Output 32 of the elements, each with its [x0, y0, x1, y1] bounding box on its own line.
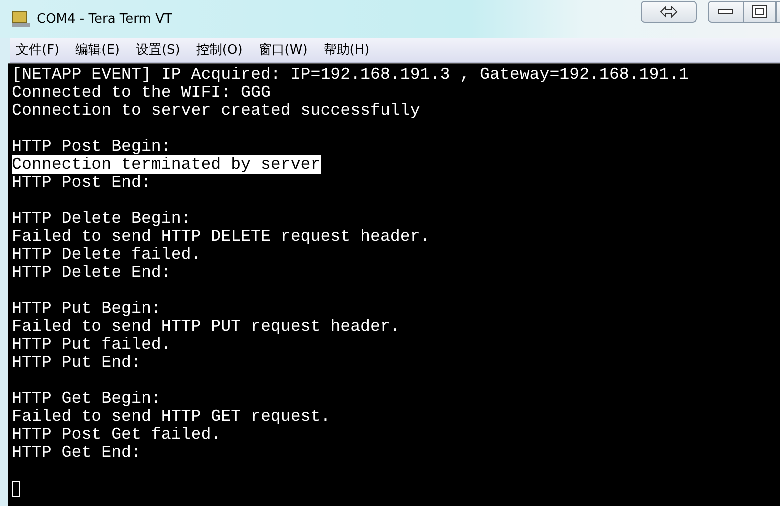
output-line: HTTP Put End: — [12, 353, 142, 372]
output-line: [NETAPP EVENT] IP Acquired: IP=192.168.191.3 , Gateway=192.168.191.1 — [12, 65, 690, 84]
output-line: Failed to send HTTP GET request. — [12, 407, 331, 426]
double-arrow-icon — [660, 6, 678, 18]
menu-item[interactable]: 帮助(H) — [318, 41, 380, 59]
window-title: COM4 - Tera Term VT — [37, 12, 172, 26]
text-cursor — [12, 481, 20, 497]
minimize-button[interactable] — [708, 1, 744, 23]
menu-item[interactable]: 编辑(E) — [70, 41, 130, 59]
menu-item[interactable]: 控制(O) — [190, 41, 253, 59]
output-line: HTTP Delete failed. — [12, 245, 202, 264]
output-line: HTTP Put failed. — [12, 335, 172, 354]
minimize-icon — [718, 9, 734, 15]
maximize-button[interactable] — [744, 1, 776, 23]
menu-item[interactable]: 设置(S) — [130, 41, 190, 59]
output-line: HTTP Post Begin: — [12, 137, 172, 156]
output-line: HTTP Delete End: — [12, 263, 172, 282]
maximize-icon — [752, 5, 768, 19]
menu-item[interactable]: 文件(F) — [10, 41, 70, 59]
output-line: Connected to the WIFI: GGG — [12, 83, 271, 102]
output-line: HTTP Delete Begin: — [12, 209, 192, 228]
output-line: Failed to send HTTP PUT request header. — [12, 317, 400, 336]
output-line: HTTP Post Get failed. — [12, 425, 222, 444]
output-line: HTTP Post End: — [12, 173, 152, 192]
output-line: HTTP Get End: — [12, 443, 142, 462]
menu-item[interactable]: 窗口(W) — [252, 41, 318, 59]
output-line: HTTP Get Begin: — [12, 389, 162, 408]
output-line: Connection to server created successfully — [12, 101, 420, 120]
switch-button[interactable] — [641, 1, 697, 23]
output-line: Failed to send HTTP DELETE request header. — [12, 227, 430, 246]
app-icon — [11, 9, 31, 29]
output-line: HTTP Put Begin: — [12, 299, 162, 318]
